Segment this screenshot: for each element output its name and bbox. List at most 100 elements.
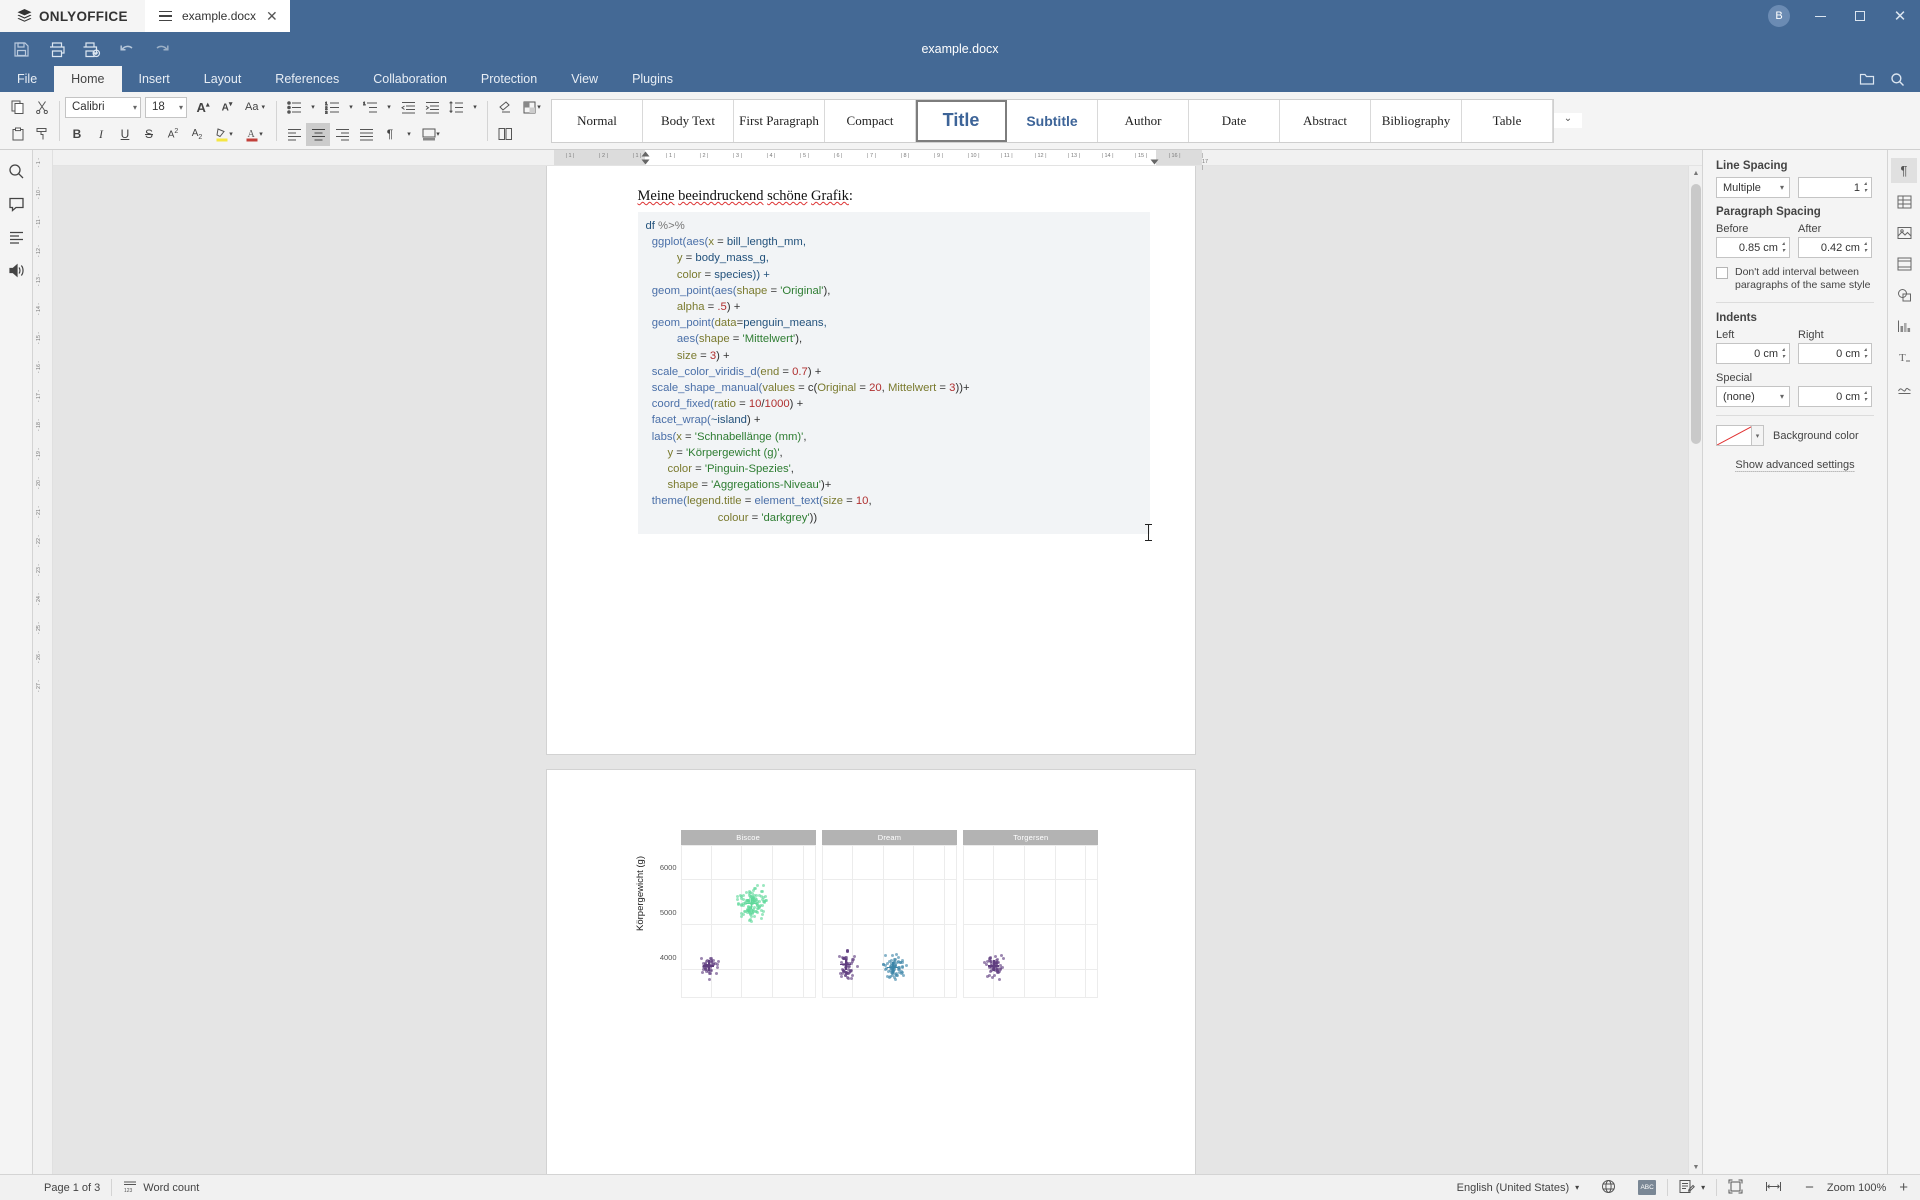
align-center-icon[interactable] bbox=[306, 122, 330, 146]
font-color-icon[interactable]: A ▾ bbox=[239, 123, 269, 146]
spinner-icon[interactable]: ▴ ▾ bbox=[1782, 347, 1787, 360]
change-case-icon[interactable]: Aa ▾ bbox=[239, 96, 271, 119]
menu-item-protection[interactable]: Protection bbox=[464, 66, 554, 92]
fit-width-button[interactable] bbox=[1754, 1175, 1793, 1200]
document-tab[interactable]: example.docx ✕ bbox=[145, 0, 290, 32]
italic-icon[interactable]: I bbox=[89, 123, 113, 146]
spacing-after-stepper[interactable]: 0.42 cm ▴ ▾ bbox=[1798, 237, 1872, 258]
borders-icon[interactable]: ▾ bbox=[517, 96, 547, 119]
horizontal-ruler[interactable]: | 1 | | 2 | | 1 | | 1 | | 2 | | 3 | | 4 | | 5 |… bbox=[53, 150, 1702, 171]
header-footer-settings-icon[interactable] bbox=[1891, 251, 1917, 276]
spinner-icon[interactable]: ▴ ▾ bbox=[1864, 347, 1869, 360]
zoom-level-label[interactable]: Zoom 100% bbox=[1827, 1182, 1886, 1194]
align-justify-icon[interactable] bbox=[354, 123, 378, 146]
open-file-location-icon[interactable] bbox=[1854, 68, 1880, 90]
shading-icon[interactable]: ▾ bbox=[416, 123, 446, 146]
ggplot-chart[interactable]: Körpergewicht (g) 6000 5000 4000 Biscoe D… bbox=[635, 830, 1099, 1010]
paragraph-mark-icon[interactable]: ¶ bbox=[378, 123, 402, 146]
signature-settings-icon[interactable] bbox=[1891, 375, 1917, 400]
page-indicator[interactable]: Page 1 of 3 bbox=[33, 1175, 111, 1200]
line-spacing-type-select[interactable]: Multiple ▾ bbox=[1716, 177, 1790, 198]
show-advanced-settings-link[interactable]: Show advanced settings bbox=[1735, 459, 1855, 472]
chevron-down-icon[interactable]: ▾ bbox=[344, 96, 358, 119]
set-document-language-button[interactable] bbox=[1590, 1175, 1627, 1200]
language-selector[interactable]: English (United States) ▾ bbox=[1446, 1175, 1591, 1200]
decrease-font-icon[interactable]: A▾ bbox=[215, 96, 239, 119]
menu-item-file[interactable]: File bbox=[0, 66, 54, 92]
underline-icon[interactable]: U bbox=[113, 123, 137, 146]
chevron-down-icon[interactable]: ▾ bbox=[402, 123, 416, 146]
scroll-up-arrow[interactable]: ▲ bbox=[1689, 166, 1702, 180]
table-settings-icon[interactable] bbox=[1891, 189, 1917, 214]
menu-item-layout[interactable]: Layout bbox=[187, 66, 259, 92]
line-spacing-value-stepper[interactable]: 1 ▴ ▾ bbox=[1798, 177, 1872, 198]
superscript-icon[interactable]: A2 bbox=[161, 123, 185, 146]
line-spacing-icon[interactable] bbox=[444, 96, 468, 119]
font-size-input[interactable]: 18 ▾ bbox=[145, 96, 187, 118]
close-button[interactable]: ✕ bbox=[1880, 0, 1920, 32]
quick-print-icon[interactable] bbox=[75, 35, 108, 63]
avatar[interactable]: B bbox=[1768, 5, 1790, 27]
save-icon[interactable] bbox=[5, 35, 38, 63]
chevron-down-icon[interactable]: ▾ bbox=[382, 96, 396, 119]
style-item-date[interactable]: Date bbox=[1189, 99, 1280, 142]
no-interval-checkbox-row[interactable]: Don't add interval between paragraphs of… bbox=[1716, 266, 1874, 292]
format-painter-icon[interactable] bbox=[30, 123, 54, 146]
fit-page-button[interactable] bbox=[1717, 1175, 1754, 1200]
menu-item-insert[interactable]: Insert bbox=[122, 66, 187, 92]
scrollbar-thumb[interactable] bbox=[1691, 184, 1701, 444]
paste-icon[interactable] bbox=[6, 123, 30, 146]
increase-indent-icon[interactable] bbox=[420, 96, 444, 119]
menu-item-view[interactable]: View bbox=[554, 66, 615, 92]
paragraph-settings-icon[interactable]: ¶ bbox=[1891, 158, 1917, 183]
sidebar-item-comments[interactable] bbox=[3, 191, 29, 217]
style-item-subtitle[interactable]: Subtitle bbox=[1007, 99, 1098, 142]
style-item-abstract[interactable]: Abstract bbox=[1280, 99, 1371, 142]
document-page-1[interactable]: Meine beeindruckend schöne Grafik: df %>… bbox=[546, 166, 1195, 754]
minimize-button[interactable] bbox=[1800, 0, 1840, 32]
special-indent-by-stepper[interactable]: 0 cm ▴ ▾ bbox=[1798, 386, 1872, 407]
style-item-compact[interactable]: Compact bbox=[825, 99, 916, 142]
code-block[interactable]: df %>% ggplot(aes(x = bill_length_mm, y … bbox=[637, 212, 1150, 534]
bullet-list-icon[interactable] bbox=[282, 96, 306, 119]
columns-icon[interactable] bbox=[493, 123, 517, 146]
indent-left-stepper[interactable]: 0 cm ▴ ▾ bbox=[1716, 343, 1790, 364]
shape-settings-icon[interactable] bbox=[1891, 282, 1917, 307]
menu-item-plugins[interactable]: Plugins bbox=[615, 66, 690, 92]
hamburger-icon[interactable] bbox=[159, 10, 172, 22]
spinner-icon[interactable]: ▴ ▾ bbox=[1864, 181, 1869, 194]
chevron-down-icon[interactable]: ▾ bbox=[127, 103, 137, 112]
close-icon[interactable]: ✕ bbox=[266, 9, 278, 23]
zoom-in-button[interactable]: + bbox=[1899, 1180, 1908, 1195]
copy-icon[interactable] bbox=[6, 96, 30, 119]
document-page-2[interactable]: Körpergewicht (g) 6000 5000 4000 Biscoe D… bbox=[546, 770, 1195, 1174]
multilevel-list-icon[interactable]: 1 bbox=[358, 96, 382, 119]
subscript-icon[interactable]: A2 bbox=[185, 123, 209, 146]
spellcheck-button[interactable]: ABC bbox=[1627, 1175, 1667, 1200]
strikethrough-icon[interactable]: S bbox=[137, 123, 161, 146]
style-item-normal[interactable]: Normal bbox=[552, 99, 643, 142]
align-left-icon[interactable] bbox=[282, 123, 306, 146]
undo-icon[interactable] bbox=[110, 35, 143, 63]
zoom-out-button[interactable]: − bbox=[1805, 1180, 1814, 1195]
vertical-scrollbar[interactable]: ▲ ▼ bbox=[1688, 166, 1702, 1174]
style-item-title[interactable]: Title bbox=[916, 99, 1007, 142]
cut-icon[interactable] bbox=[30, 96, 54, 119]
font-name-input[interactable]: Calibri ▾ bbox=[65, 96, 141, 118]
no-interval-checkbox[interactable] bbox=[1716, 267, 1728, 279]
word-count-button[interactable]: 123 Word count bbox=[112, 1175, 210, 1200]
sidebar-item-search[interactable] bbox=[3, 158, 29, 184]
style-item-author[interactable]: Author bbox=[1098, 99, 1189, 142]
style-gallery-expand-button[interactable]: ⌄ bbox=[1554, 113, 1582, 128]
increase-font-icon[interactable]: A▴ bbox=[191, 96, 215, 119]
chevron-down-icon[interactable]: ▾ bbox=[1752, 425, 1764, 446]
chart-settings-icon[interactable] bbox=[1891, 313, 1917, 338]
sidebar-item-text-to-speech[interactable] bbox=[3, 257, 29, 283]
image-settings-icon[interactable] bbox=[1891, 220, 1917, 245]
decrease-indent-icon[interactable] bbox=[396, 96, 420, 119]
menu-item-home[interactable]: Home bbox=[54, 66, 122, 92]
vertical-ruler[interactable]: - 1 - - 10 - - 11 - - 12 - - 13 - - 14 - - 15 … bbox=[33, 150, 53, 1174]
scroll-down-arrow[interactable]: ▼ bbox=[1689, 1160, 1702, 1174]
track-changes-button[interactable]: ▾ bbox=[1668, 1175, 1716, 1200]
chevron-down-icon[interactable]: ▾ bbox=[468, 96, 482, 119]
